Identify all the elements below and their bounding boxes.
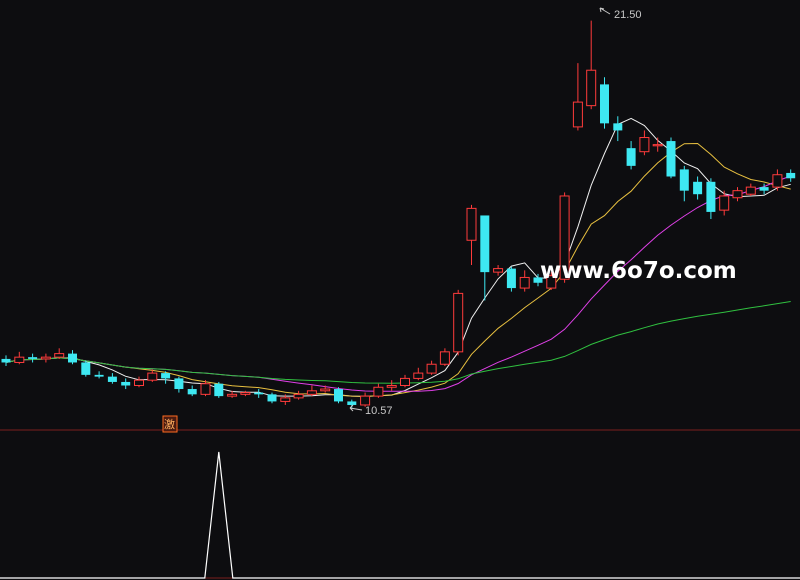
candle-body xyxy=(187,389,197,395)
candle-body xyxy=(613,123,623,131)
candle xyxy=(334,387,343,404)
candle-body xyxy=(706,181,716,212)
candle-body xyxy=(772,174,783,188)
candle xyxy=(453,289,464,356)
candle-body xyxy=(586,69,597,107)
candle-body xyxy=(306,390,317,395)
candle-body xyxy=(1,358,11,363)
candle-body xyxy=(639,137,650,153)
candle-body xyxy=(200,383,211,395)
candle-body xyxy=(40,356,51,360)
candle-body xyxy=(453,292,464,353)
signal-badge: 激 xyxy=(162,415,178,433)
candle-body xyxy=(732,190,743,199)
candle-body xyxy=(68,353,77,363)
high-price-label: 21.50 xyxy=(614,9,642,21)
candle-body xyxy=(280,397,291,402)
candle xyxy=(666,137,676,179)
signal-badge-text: 激 xyxy=(164,417,175,431)
candle-body xyxy=(600,84,609,124)
candle xyxy=(506,266,516,292)
candle-body xyxy=(626,148,636,166)
candle-body xyxy=(214,383,224,397)
candle-body xyxy=(147,372,158,381)
candle-body xyxy=(54,353,65,358)
candle-body xyxy=(759,187,769,191)
candle-body xyxy=(134,379,144,386)
candle-body xyxy=(28,357,38,359)
candle-body xyxy=(161,373,171,379)
candle xyxy=(214,381,224,398)
candle-body xyxy=(493,268,504,273)
candle-body xyxy=(240,392,251,395)
candle-body xyxy=(81,362,91,375)
candle-body xyxy=(174,378,184,390)
candle-body xyxy=(121,381,131,386)
candle-body xyxy=(466,207,477,241)
candle-body xyxy=(227,393,238,397)
candle-body xyxy=(519,276,530,289)
candle xyxy=(600,77,609,129)
candle-body xyxy=(254,392,264,395)
candle-body xyxy=(693,181,703,195)
candle-body xyxy=(480,215,490,273)
candle-body xyxy=(426,363,437,374)
candle-body xyxy=(267,394,277,402)
candle-body xyxy=(719,195,730,211)
candle-body xyxy=(666,141,676,177)
candle-body xyxy=(386,384,397,388)
low-price-label: 10.57 xyxy=(365,405,393,417)
candle xyxy=(81,360,91,377)
candle-body xyxy=(786,172,796,179)
candle-body xyxy=(400,377,410,386)
candle-body xyxy=(745,186,756,195)
candle-body xyxy=(413,372,424,379)
candlestick-chart: 21.50 10.57 www.6o7o.com 激 xyxy=(0,0,800,580)
chart-background xyxy=(0,0,800,580)
candle-body xyxy=(320,388,331,392)
candle-body xyxy=(334,389,343,402)
watermark-text: www.6o7o.com xyxy=(540,258,737,284)
candle-body xyxy=(439,351,450,365)
candle-body xyxy=(373,386,384,397)
candle-body xyxy=(652,144,663,147)
candle-body xyxy=(293,393,304,399)
candle-body xyxy=(107,376,117,382)
candle-body xyxy=(572,101,583,128)
candle-body xyxy=(679,169,689,191)
candle-body xyxy=(14,356,25,363)
candle-body xyxy=(347,401,357,405)
candle-body xyxy=(506,268,516,289)
candle-body xyxy=(94,374,104,377)
candle-body xyxy=(360,395,371,406)
